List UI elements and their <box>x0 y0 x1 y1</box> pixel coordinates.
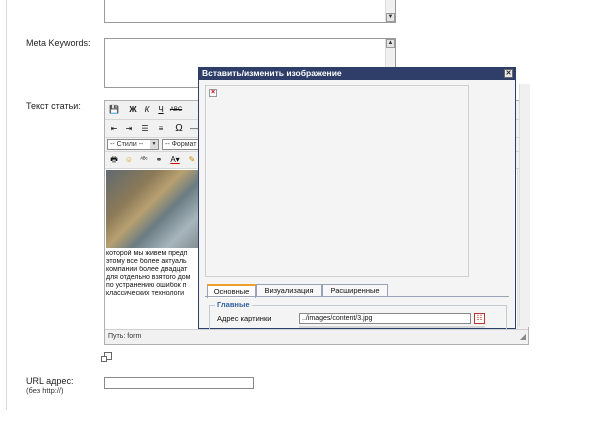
move-handle-icon[interactable] <box>101 352 112 362</box>
tab-divider <box>205 296 509 297</box>
styles-select[interactable]: -- Стили -- ▼ <box>107 139 159 150</box>
url-hint: (без http://) <box>26 386 64 395</box>
chevron-down-icon: ▼ <box>150 140 158 149</box>
browse-icon[interactable]: ☷ <box>474 313 485 324</box>
indent-icon[interactable]: ⇥ <box>123 123 135 135</box>
print-icon[interactable]: 🖶 <box>108 154 120 166</box>
format-select[interactable]: -- Формат <box>162 139 202 150</box>
underline-icon[interactable]: Ч <box>155 104 167 116</box>
bold-icon[interactable]: Ж <box>127 104 139 116</box>
image-preview: × <box>205 85 469 277</box>
dialog-title: Вставить/изменить изображение <box>202 68 342 78</box>
content-line: для отдельно взятого дом <box>106 274 191 281</box>
content-line: которой мы живем предп <box>106 250 188 257</box>
close-icon[interactable]: ✕ <box>504 69 513 78</box>
image-url-label: Адрес картинки <box>217 314 272 323</box>
url-label: URL адрес: <box>26 376 74 386</box>
italic-icon[interactable]: К <box>141 104 153 116</box>
outdent-icon[interactable]: ⇤ <box>108 123 120 135</box>
next-field-edge <box>299 326 485 328</box>
content-line: этому все более актуаль <box>106 258 187 265</box>
content-text: которой мы живем предп этому все более а… <box>106 250 202 298</box>
scroll-down-icon[interactable]: ▼ <box>386 13 395 22</box>
url-input[interactable] <box>104 377 254 389</box>
resize-grip-icon[interactable]: ◢ <box>520 330 526 343</box>
save-icon[interactable]: 💾 <box>108 104 120 116</box>
strikethrough-icon[interactable]: ABC <box>169 104 183 116</box>
meta-keywords-label: Meta Keywords: <box>26 38 91 48</box>
styles-select-value: -- Стили -- <box>110 141 144 148</box>
image-dialog: Вставить/изменить изображение ✕ × Основн… <box>198 67 530 329</box>
link-icon[interactable]: ⚭ <box>153 154 165 166</box>
font-color-icon[interactable]: A▾ <box>168 154 182 166</box>
content-line: по устранению ошибок п <box>106 282 187 289</box>
content-line: классических технологи <box>106 290 184 297</box>
move-handle-inner <box>101 356 107 362</box>
content-image[interactable] <box>106 170 201 248</box>
left-border-line <box>6 0 7 410</box>
bullet-list-icon[interactable]: ☰ <box>139 123 151 135</box>
emoticon-icon[interactable]: ☺ <box>123 154 135 166</box>
format-select-value: -- Формат <box>165 141 197 148</box>
editor-statusbar: Путь: form ◢ <box>105 329 528 344</box>
dialog-scrollbar[interactable] <box>519 84 530 327</box>
path-label: Путь: form <box>108 333 142 340</box>
dialog-titlebar[interactable]: Вставить/изменить изображение ✕ <box>199 68 515 80</box>
highlight-icon[interactable]: ✎ <box>187 154 197 166</box>
content-line: компании более двадцат <box>106 266 188 273</box>
image-url-input[interactable]: ../images/content/3.jpg <box>299 313 471 324</box>
scroll-up-icon[interactable]: ▲ <box>386 39 395 48</box>
spellcheck-icon[interactable]: ᴬᴮᶜ <box>138 154 150 166</box>
article-text-label: Текст статьи: <box>26 101 81 111</box>
special-char-icon[interactable]: Ω <box>173 123 185 135</box>
numbered-list-icon[interactable]: ≡ <box>155 123 167 135</box>
meta-description-textarea[interactable]: ▼ <box>104 0 396 23</box>
broken-image-icon: × <box>209 89 217 97</box>
scrollbar[interactable]: ▼ <box>385 0 395 22</box>
general-legend: Главные <box>215 300 252 309</box>
